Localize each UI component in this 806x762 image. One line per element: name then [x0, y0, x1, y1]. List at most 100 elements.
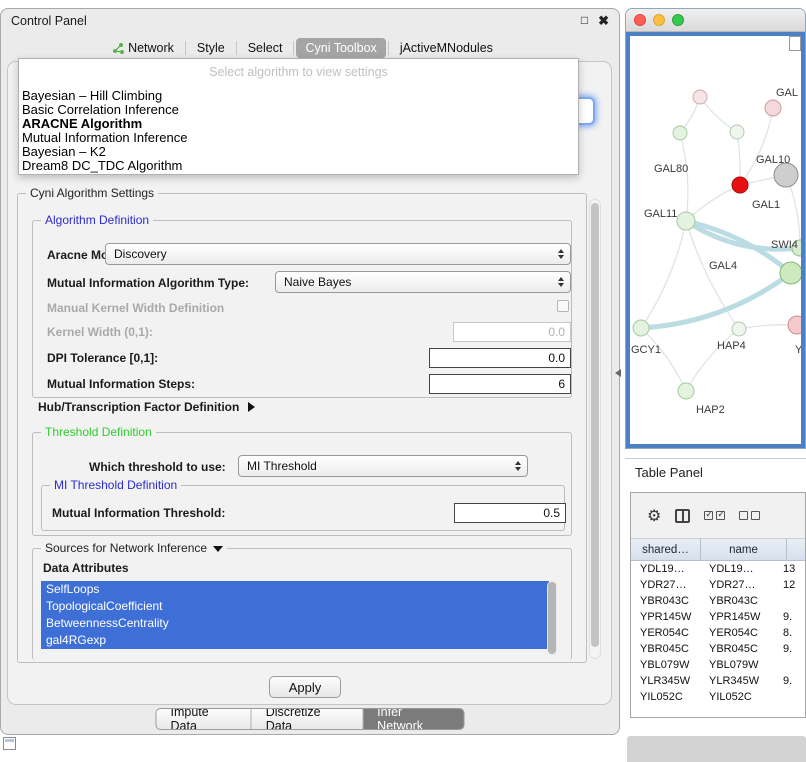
- zoom-traffic-light[interactable]: [672, 14, 684, 26]
- network-node[interactable]: [678, 383, 694, 399]
- manual-kernel-checkbox[interactable]: [557, 300, 569, 312]
- network-canvas[interactable]: GALGAL80GAL10GAL11GAL1SWI4GAL4GCY1HAP4YH…: [630, 36, 801, 438]
- network-node[interactable]: [765, 100, 781, 116]
- mi-threshold-field[interactable]: 0.5: [454, 503, 566, 523]
- hub-definition-toggle[interactable]: Hub/Transcription Factor Definition: [38, 400, 255, 414]
- network-edge[interactable]: [641, 328, 686, 391]
- network-edge[interactable]: [686, 329, 739, 391]
- collapsed-panel-icon[interactable]: [3, 737, 16, 750]
- tab-discretize-data[interactable]: Discretize Data: [251, 709, 362, 729]
- network-node-label: GAL4: [709, 260, 737, 272]
- tab-label: Style: [197, 41, 225, 55]
- column-header-name[interactable]: name: [701, 539, 787, 560]
- network-node[interactable]: [732, 177, 748, 193]
- algorithm-option[interactable]: ARACNE Algorithm: [19, 117, 578, 131]
- data-attribute-item[interactable]: TopologicalCoefficient: [41, 598, 549, 615]
- tab-separator: [388, 41, 389, 55]
- algorithm-definition-group: Algorithm Definition Aracne Mode: Discov…: [32, 220, 572, 398]
- network-edge[interactable]: [740, 108, 773, 185]
- sources-toggle[interactable]: Sources for Network Inference: [41, 541, 227, 555]
- table-cell: YLR345W: [701, 675, 783, 687]
- dpi-tolerance-label: DPI Tolerance [0,1]:: [47, 351, 158, 365]
- data-attribute-item[interactable]: SelfLoops: [41, 581, 549, 598]
- which-threshold-select[interactable]: MI Threshold: [238, 455, 528, 477]
- network-window-titlebar[interactable]: [626, 9, 805, 32]
- close-icon[interactable]: ✖: [598, 13, 609, 29]
- network-node[interactable]: [780, 262, 801, 284]
- tab-separator: [185, 41, 186, 55]
- network-node-label: GAL1: [752, 199, 780, 211]
- table-row[interactable]: YER054CYER054C8.: [631, 625, 805, 641]
- table-row[interactable]: YPR145WYPR145W9.: [631, 609, 805, 625]
- settings-scrollbar[interactable]: [589, 199, 601, 659]
- columns-icon[interactable]: [675, 509, 690, 523]
- table-row[interactable]: YBR045CYBR045C9.: [631, 641, 805, 657]
- table-row[interactable]: YDL19…YDL19…13: [631, 561, 805, 577]
- network-node[interactable]: [730, 125, 744, 139]
- table-cell: YER054C: [631, 627, 701, 639]
- aracne-mode-select[interactable]: Discovery: [105, 243, 571, 265]
- table-row[interactable]: YDR27…YDR27…12: [631, 577, 805, 593]
- mi-steps-field[interactable]: 6: [429, 374, 571, 394]
- table-row[interactable]: YBL079WYBL079W: [631, 657, 805, 673]
- table-row[interactable]: YLR345WYLR345W9.: [631, 673, 805, 689]
- table-row[interactable]: YIL052CYIL052C: [631, 689, 805, 705]
- settings-scrollbar-thumb[interactable]: [591, 203, 599, 647]
- float-window-icon[interactable]: □: [581, 13, 588, 29]
- deselect-all-checkboxes-icon[interactable]: [739, 511, 760, 520]
- gear-icon[interactable]: ⚙: [647, 506, 661, 526]
- table-panel-separator: [625, 458, 806, 459]
- tab-jactivemnodules[interactable]: jActiveMNodules: [391, 38, 502, 58]
- network-edge[interactable]: [641, 273, 791, 328]
- select-all-checkboxes-icon[interactable]: [704, 511, 725, 520]
- table-cell: YDL19…: [631, 563, 701, 575]
- attributes-scrollbar[interactable]: [547, 581, 557, 655]
- network-edge[interactable]: [686, 185, 740, 221]
- algorithm-option[interactable]: Dream8 DC_TDC Algorithm: [19, 159, 578, 173]
- table-row[interactable]: YBR043CYBR043C: [631, 593, 805, 609]
- expanded-arrow-icon: [213, 546, 223, 552]
- network-edge[interactable]: [680, 133, 688, 221]
- tab-style[interactable]: Style: [188, 38, 234, 58]
- network-edge[interactable]: [641, 221, 686, 328]
- group-title: Algorithm Definition: [41, 213, 153, 227]
- network-node[interactable]: [774, 163, 798, 187]
- tab-network[interactable]: Network: [104, 38, 183, 58]
- network-node-label: GAL11: [644, 208, 677, 220]
- column-header-extra[interactable]: [787, 539, 805, 560]
- algorithm-option[interactable]: Bayesian – Hill Climbing: [19, 89, 578, 103]
- dpi-tolerance-field[interactable]: 0.0: [429, 348, 571, 368]
- network-edge[interactable]: [700, 97, 737, 132]
- table-cell: YBR045C: [701, 643, 783, 655]
- column-header-shared-name[interactable]: shared…: [631, 539, 701, 560]
- network-tab-icon: [113, 43, 124, 54]
- network-node[interactable]: [732, 322, 746, 336]
- minimize-traffic-light[interactable]: [653, 14, 665, 26]
- mi-threshold-label: Mutual Information Threshold:: [52, 506, 225, 520]
- birdseye-widget[interactable]: [789, 36, 801, 51]
- data-attribute-item[interactable]: BetweennessCentrality: [41, 615, 549, 632]
- tab-infer-network[interactable]: Infer Network: [362, 709, 463, 729]
- apply-button[interactable]: Apply: [269, 676, 341, 698]
- panel-splitter-arrow[interactable]: [615, 369, 621, 377]
- data-attribute-item[interactable]: gal4RGexp: [41, 632, 549, 649]
- network-node[interactable]: [673, 126, 687, 140]
- tab-impute-data[interactable]: Impute Data: [157, 709, 251, 729]
- algorithm-option[interactable]: Basic Correlation Inference: [19, 103, 578, 117]
- field-value: 0.0: [548, 351, 565, 365]
- mi-type-label: Mutual Information Algorithm Type:: [47, 276, 249, 290]
- data-attributes-list[interactable]: SelfLoopsTopologicalCoefficientBetweenne…: [41, 581, 559, 655]
- algorithm-option[interactable]: Mutual Information Inference: [19, 131, 578, 145]
- control-panel-titlebar[interactable]: Control Panel □ ✖: [1, 9, 619, 33]
- network-node[interactable]: [788, 316, 801, 334]
- kernel-width-field[interactable]: 0.0: [453, 322, 571, 342]
- tab-cyni-toolbox[interactable]: Cyni Toolbox: [296, 38, 385, 58]
- network-node[interactable]: [693, 90, 707, 104]
- mi-type-select[interactable]: Naive Bayes: [275, 271, 571, 293]
- algorithm-option[interactable]: Bayesian – K2: [19, 145, 578, 159]
- close-traffic-light[interactable]: [634, 14, 646, 26]
- network-node[interactable]: [633, 320, 649, 336]
- network-node-label: HAP2: [696, 404, 725, 416]
- network-node[interactable]: [677, 212, 695, 230]
- tab-select[interactable]: Select: [239, 38, 292, 58]
